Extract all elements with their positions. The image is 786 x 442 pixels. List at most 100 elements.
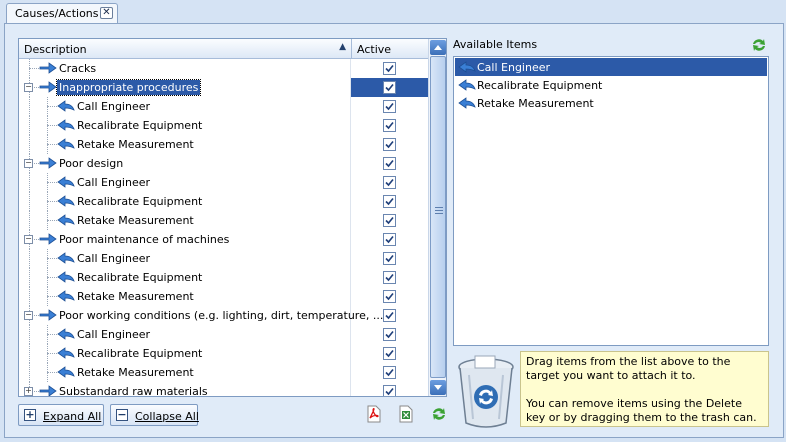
description-cell[interactable]: Retake Measurement [19, 135, 351, 154]
list-item[interactable]: Retake Measurement [455, 94, 767, 112]
active-cell [351, 382, 428, 396]
active-checkbox[interactable] [383, 100, 396, 113]
table-row[interactable]: − Poor maintenance of machines [19, 230, 428, 249]
description-cell[interactable]: Call Engineer [19, 249, 351, 268]
active-cell [351, 306, 428, 325]
table-row[interactable]: Cracks [19, 59, 428, 78]
close-icon[interactable]: ✕ [100, 7, 113, 19]
list-item[interactable]: Call Engineer [455, 58, 767, 76]
expand-node-icon[interactable]: + [24, 387, 33, 396]
active-checkbox[interactable] [383, 81, 396, 94]
collapse-all-label: Collapse All [135, 410, 199, 423]
description-cell[interactable]: Retake Measurement [19, 287, 351, 306]
cause-arrow-icon [39, 385, 57, 396]
active-cell [351, 59, 428, 78]
active-checkbox[interactable] [383, 195, 396, 208]
refresh-icon[interactable] [430, 405, 448, 423]
tab-causes-actions[interactable]: Causes/Actions ✕ [6, 3, 118, 23]
description-cell[interactable]: − Poor maintenance of machines [19, 230, 351, 249]
action-arrow-icon [57, 119, 75, 131]
active-checkbox[interactable] [383, 366, 396, 379]
description-cell[interactable]: Call Engineer [19, 325, 351, 344]
active-checkbox[interactable] [383, 271, 396, 284]
active-checkbox[interactable] [383, 347, 396, 360]
description-cell[interactable]: Recalibrate Equipment [19, 192, 351, 211]
description-cell[interactable]: + Substandard raw materials [19, 382, 351, 396]
description-cell[interactable]: Cracks [19, 59, 351, 78]
description-cell[interactable]: Recalibrate Equipment [19, 344, 351, 363]
collapse-node-icon[interactable]: − [24, 83, 33, 92]
table-row[interactable]: Recalibrate Equipment [19, 344, 428, 363]
trash-can-icon[interactable] [455, 351, 517, 431]
table-row[interactable]: Call Engineer [19, 173, 428, 192]
active-cell [351, 249, 428, 268]
active-checkbox[interactable] [383, 309, 396, 322]
description-cell[interactable]: − Poor working conditions (e.g. lighting,… [19, 306, 383, 325]
active-checkbox[interactable] [383, 233, 396, 246]
table-row[interactable]: Retake Measurement [19, 211, 428, 230]
table-row[interactable]: − Inappropriate procedures [19, 78, 428, 97]
action-label: Call Engineer [77, 176, 151, 189]
active-checkbox[interactable] [383, 157, 396, 170]
table-row[interactable]: Call Engineer [19, 97, 428, 116]
description-cell[interactable]: Retake Measurement [19, 211, 351, 230]
table-row[interactable]: Recalibrate Equipment [19, 192, 428, 211]
description-cell[interactable]: − Inappropriate procedures [19, 78, 351, 97]
expand-icon: + [24, 408, 36, 421]
table-row[interactable]: Recalibrate Equipment [19, 116, 428, 135]
drag-drop-hint: Drag items from the list above to the ta… [520, 351, 769, 427]
column-header-description[interactable]: Description ▲ [19, 39, 352, 58]
list-item[interactable]: Recalibrate Equipment [455, 76, 767, 94]
active-checkbox[interactable] [383, 385, 396, 396]
active-cell [351, 230, 428, 249]
action-label: Call Engineer [77, 100, 151, 113]
cause-arrow-icon [39, 62, 57, 74]
table-row[interactable]: Retake Measurement [19, 135, 428, 154]
table-row[interactable]: − Poor design [19, 154, 428, 173]
table-row[interactable]: Recalibrate Equipment [19, 268, 428, 287]
active-checkbox[interactable] [383, 138, 396, 151]
list-item-label: Recalibrate Equipment [477, 79, 603, 92]
table-row[interactable]: Call Engineer [19, 249, 428, 268]
description-cell[interactable]: Call Engineer [19, 173, 351, 192]
grid-header: Description ▲ Active [19, 39, 428, 59]
column-description-label: Description [24, 43, 87, 56]
collapse-node-icon[interactable]: − [24, 235, 33, 244]
table-row[interactable]: − Poor working conditions (e.g. lighting,… [19, 306, 428, 325]
scroll-up-arrow-icon[interactable] [430, 40, 446, 55]
active-checkbox[interactable] [383, 176, 396, 189]
table-row[interactable]: Retake Measurement [19, 363, 428, 382]
refresh-available-icon[interactable] [750, 36, 768, 54]
description-cell[interactable]: − Poor design [19, 154, 351, 173]
action-arrow-icon [57, 176, 75, 188]
active-checkbox[interactable] [383, 62, 396, 75]
table-row[interactable]: Retake Measurement [19, 287, 428, 306]
collapse-node-icon[interactable]: − [24, 311, 33, 320]
action-arrow-icon [57, 290, 75, 302]
scroll-thumb[interactable] [430, 56, 446, 378]
active-checkbox[interactable] [383, 328, 396, 341]
scroll-down-arrow-icon[interactable] [430, 380, 446, 395]
active-checkbox[interactable] [383, 214, 396, 227]
active-checkbox[interactable] [383, 119, 396, 132]
excel-export-icon[interactable] [397, 405, 415, 423]
expand-all-button[interactable]: + Expand All [18, 404, 104, 426]
active-checkbox[interactable] [383, 290, 396, 303]
action-label: Recalibrate Equipment [77, 119, 203, 132]
action-arrow-icon [57, 328, 75, 340]
action-arrow-icon [57, 347, 75, 359]
pdf-export-icon[interactable] [365, 405, 383, 423]
grid-rows: Cracks − Inappropriate procedures Call Engi… [19, 59, 428, 396]
description-cell[interactable]: Retake Measurement [19, 363, 351, 382]
table-row[interactable]: Call Engineer [19, 325, 428, 344]
description-cell[interactable]: Recalibrate Equipment [19, 116, 351, 135]
description-cell[interactable]: Call Engineer [19, 97, 351, 116]
description-cell[interactable]: Recalibrate Equipment [19, 268, 351, 287]
table-row[interactable]: + Substandard raw materials [19, 382, 428, 396]
action-label: Retake Measurement [77, 366, 194, 379]
collapse-all-button[interactable]: − Collapse All [110, 404, 199, 426]
active-checkbox[interactable] [383, 252, 396, 265]
vertical-scrollbar[interactable] [428, 39, 446, 396]
column-header-active[interactable]: Active [352, 39, 428, 58]
collapse-node-icon[interactable]: − [24, 159, 33, 168]
